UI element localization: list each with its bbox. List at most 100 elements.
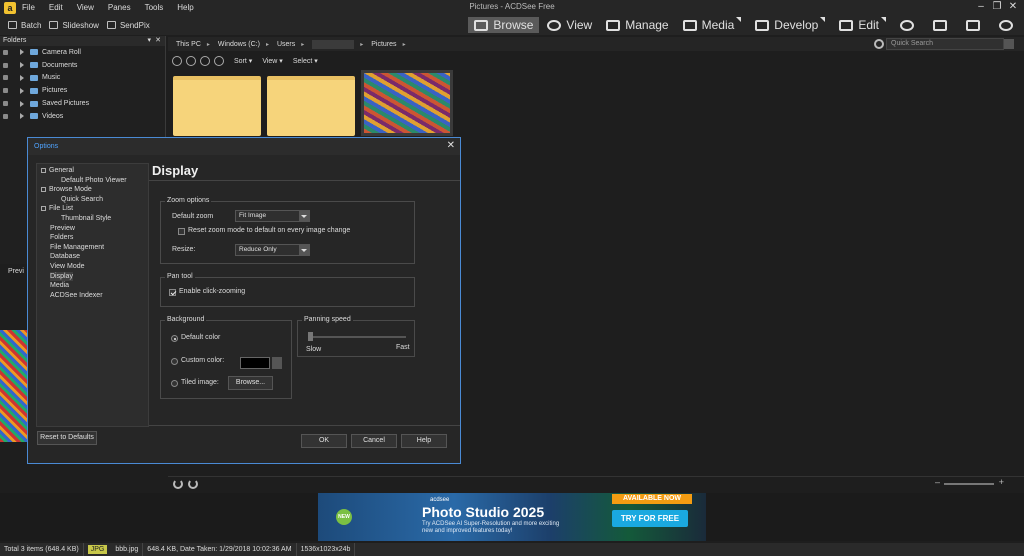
- options-nav-item[interactable]: File List: [41, 204, 73, 214]
- search-dropdown-icon[interactable]: [1004, 39, 1014, 49]
- mode-develop-button[interactable]: Develop: [749, 17, 831, 33]
- menu-help[interactable]: Help: [177, 3, 193, 12]
- view-menu-button[interactable]: View ▾: [262, 57, 283, 65]
- breadcrumb-this-pc[interactable]: This PC: [176, 41, 201, 48]
- dialog-titlebar[interactable]: Options ✕: [28, 138, 460, 155]
- tree-item-videos[interactable]: Videos: [0, 110, 165, 123]
- up-folder-icon[interactable]: [214, 56, 224, 66]
- breadcrumb-windows-c[interactable]: Windows (C:): [218, 41, 260, 48]
- sort-menu-button[interactable]: Sort ▾: [234, 57, 252, 65]
- zoom-out-icon[interactable]: –: [935, 477, 940, 487]
- forward-icon[interactable]: [200, 56, 210, 66]
- options-nav-item[interactable]: Database: [50, 252, 80, 262]
- ad-banner[interactable]: NEW acdsee Photo Studio 2025 Try ACDSee …: [318, 493, 706, 541]
- menu-view[interactable]: View: [77, 3, 94, 12]
- background-group: Background Default color Custom color: T…: [160, 316, 292, 399]
- folder-thumbnail[interactable]: [267, 76, 355, 136]
- account-button[interactable]: [993, 17, 1024, 33]
- options-nav-item[interactable]: General: [41, 166, 74, 176]
- expand-arrow-icon[interactable]: [20, 62, 24, 69]
- mode-view-button[interactable]: View: [541, 17, 598, 33]
- options-nav-item[interactable]: Browse Mode: [41, 185, 92, 195]
- default-color-radio[interactable]: [171, 335, 178, 342]
- menu-tools[interactable]: Tools: [145, 3, 164, 12]
- tiled-image-radio[interactable]: [171, 380, 178, 387]
- tree-item-label: Saved Pictures: [42, 100, 90, 108]
- help-button[interactable]: Help: [401, 434, 447, 448]
- reset-to-defaults-button[interactable]: Reset to Defaults: [37, 431, 97, 445]
- options-nav-item[interactable]: Folders: [50, 233, 73, 243]
- dialog-close-button[interactable]: ✕: [447, 140, 455, 151]
- try-for-free-button[interactable]: TRY FOR FREE: [612, 510, 688, 527]
- close-panel-icon[interactable]: ✕: [155, 36, 161, 46]
- breadcrumb-user-redacted[interactable]: [312, 39, 355, 49]
- options-nav-item[interactable]: Thumbnail Style: [61, 214, 111, 224]
- mode-media-button[interactable]: Media: [677, 17, 748, 33]
- enable-click-zooming-checkbox[interactable]: [169, 289, 176, 296]
- thumbnail-size-slider[interactable]: [944, 483, 994, 485]
- default-zoom-dropdown[interactable]: Fit Image: [235, 210, 310, 222]
- options-nav-item[interactable]: Display: [50, 271, 73, 282]
- color-picker-dropdown[interactable]: [272, 357, 282, 369]
- options-nav-item[interactable]: View Mode: [50, 262, 85, 272]
- tree-item-saved-pictures[interactable]: Saved Pictures: [0, 97, 165, 110]
- expand-arrow-icon[interactable]: [20, 113, 24, 120]
- expand-arrow-icon[interactable]: [20, 87, 24, 94]
- image-thumbnail[interactable]: [361, 70, 453, 136]
- quick-search-input[interactable]: Quick Search: [886, 38, 1004, 50]
- expand-arrow-icon[interactable]: [20, 74, 24, 81]
- collapse-icon[interactable]: [41, 206, 46, 212]
- resize-dropdown[interactable]: Reduce Only: [235, 244, 310, 256]
- tree-item-pictures[interactable]: Pictures: [0, 84, 165, 97]
- sendpix-button[interactable]: SendPix: [106, 21, 150, 30]
- options-nav-item[interactable]: ACDSee Indexer: [50, 291, 103, 301]
- rotate-left-icon[interactable]: [173, 479, 183, 489]
- folder-thumbnail[interactable]: [173, 76, 261, 136]
- options-nav-item[interactable]: Default Photo Viewer: [61, 176, 127, 186]
- menu-edit[interactable]: Edit: [49, 3, 63, 12]
- browse-button[interactable]: Browse...: [228, 376, 273, 390]
- minimize-button[interactable]: –: [974, 1, 988, 12]
- options-nav-item[interactable]: Quick Search: [61, 195, 103, 205]
- ok-button[interactable]: OK: [301, 434, 347, 448]
- pin-icon[interactable]: ▾: [147, 36, 151, 46]
- close-window-button[interactable]: ✕: [1006, 1, 1020, 12]
- cloud-button[interactable]: [927, 17, 958, 33]
- tree-item-documents[interactable]: Documents: [0, 59, 165, 72]
- menu-file[interactable]: File: [22, 3, 35, 12]
- breadcrumb-users[interactable]: Users: [277, 41, 295, 48]
- mode-browse-button[interactable]: Browse: [468, 17, 540, 33]
- folder-icon: [30, 62, 38, 69]
- back-icon[interactable]: [186, 56, 196, 66]
- options-nav-item[interactable]: Media: [50, 281, 69, 291]
- panning-speed-slider[interactable]: [308, 332, 313, 341]
- batch-button[interactable]: Batch: [8, 21, 41, 30]
- options-nav-item[interactable]: Preview: [50, 224, 75, 234]
- custom-color-radio[interactable]: [171, 358, 178, 365]
- home-icon[interactable]: [172, 56, 182, 66]
- custom-color-swatch[interactable]: [240, 357, 270, 369]
- menu-panes[interactable]: Panes: [108, 3, 131, 12]
- tree-item-music[interactable]: Music: [0, 72, 165, 85]
- cancel-button[interactable]: Cancel: [351, 434, 397, 448]
- expand-arrow-icon[interactable]: [20, 100, 24, 107]
- film-reel-button[interactable]: [894, 17, 925, 33]
- expand-arrow-icon[interactable]: [20, 49, 24, 56]
- collapse-icon[interactable]: [41, 186, 46, 192]
- slideshow-button[interactable]: Slideshow: [49, 21, 99, 30]
- panning-speed-label: Panning speed: [302, 316, 353, 323]
- options-nav-item[interactable]: File Management: [50, 243, 104, 253]
- select-menu-button[interactable]: Select ▾: [293, 57, 318, 65]
- search-settings-icon[interactable]: [874, 39, 884, 49]
- tree-item-camera-roll[interactable]: Camera Roll: [0, 46, 165, 59]
- stats-button[interactable]: [960, 17, 991, 33]
- reset-zoom-checkbox[interactable]: [178, 228, 185, 235]
- mode-edit-button[interactable]: Edit: [833, 17, 892, 33]
- restore-button[interactable]: ❐: [990, 1, 1004, 12]
- breadcrumb-pictures[interactable]: Pictures: [371, 41, 396, 48]
- options-nav-label: View Mode: [50, 263, 85, 270]
- mode-manage-button[interactable]: Manage: [600, 17, 674, 33]
- collapse-icon[interactable]: [41, 167, 46, 173]
- zoom-in-icon[interactable]: +: [999, 477, 1004, 487]
- rotate-right-icon[interactable]: [188, 479, 198, 489]
